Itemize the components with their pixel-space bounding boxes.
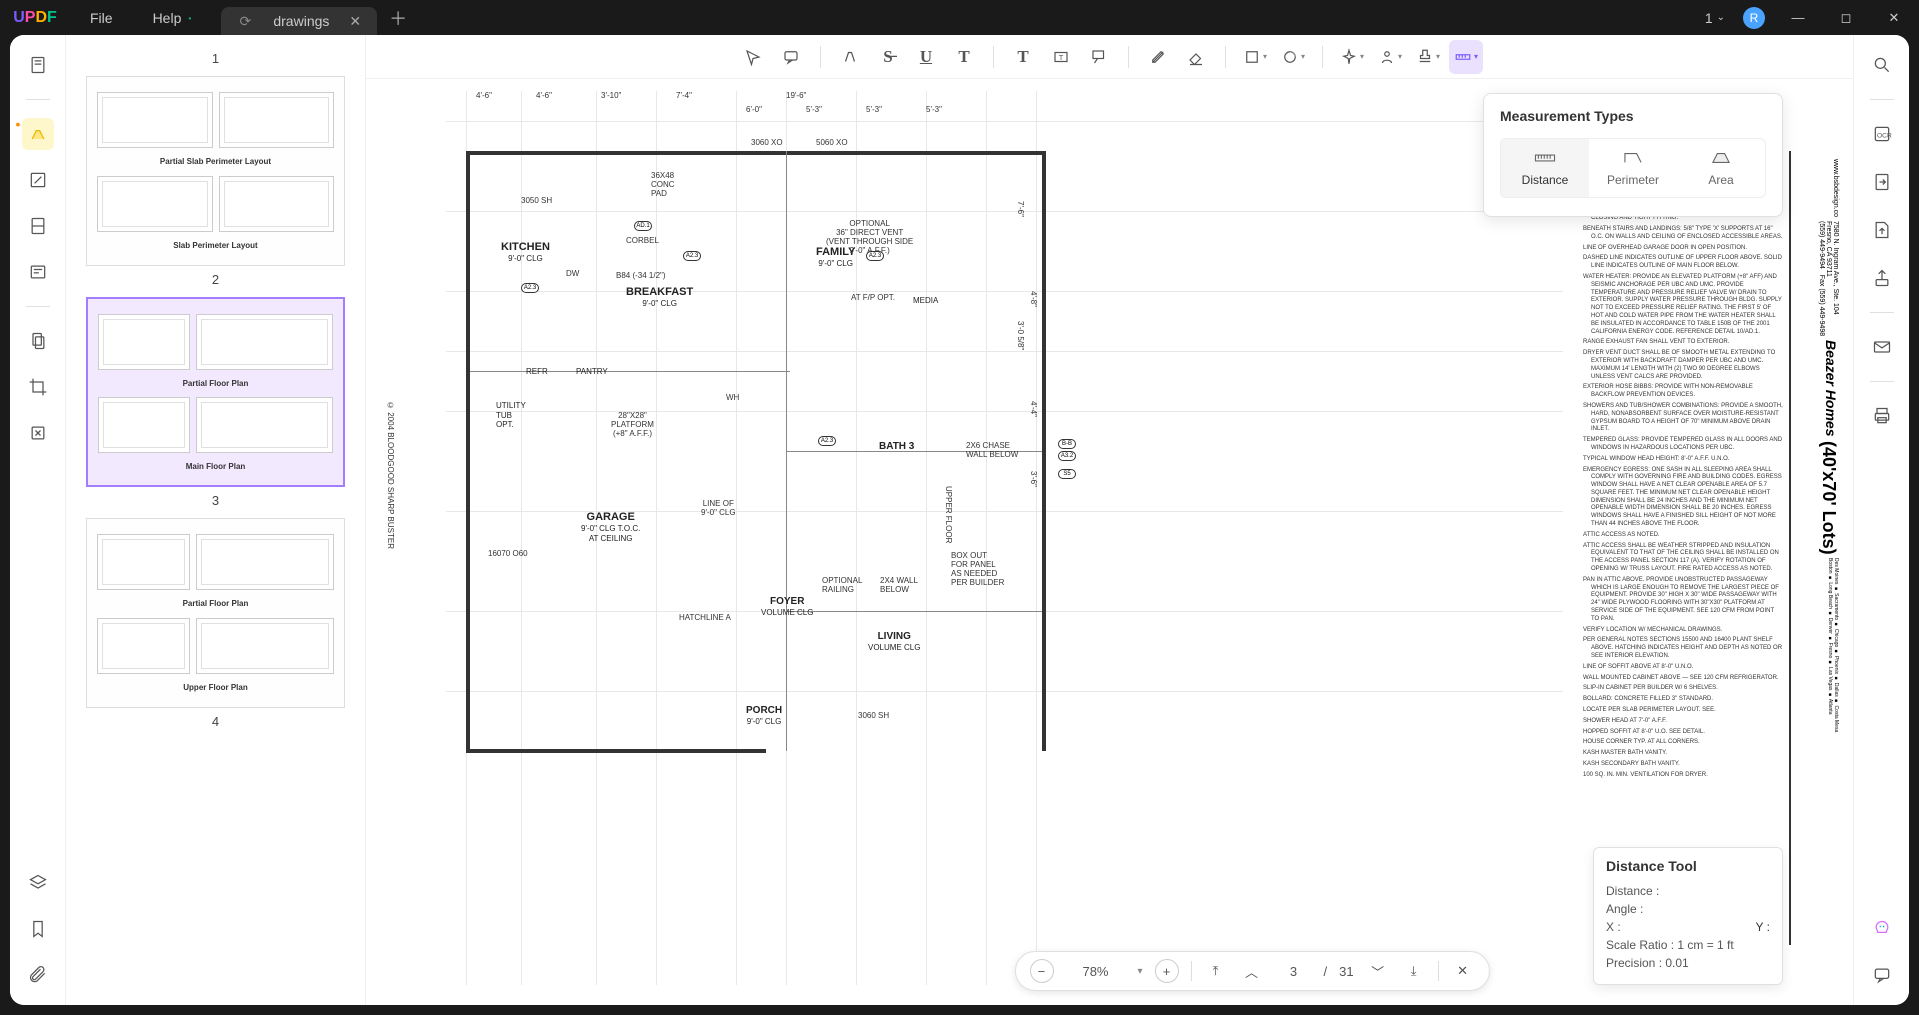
- squiggly-tool-icon[interactable]: T: [947, 40, 981, 74]
- measure-type-distance[interactable]: Distance: [1501, 139, 1589, 197]
- close-controls-button[interactable]: ✕: [1451, 959, 1475, 983]
- eraser-tool-icon[interactable]: [1179, 40, 1213, 74]
- next-page-button[interactable]: ﹀: [1366, 959, 1390, 983]
- thumb-number-4: 4: [86, 714, 345, 729]
- convert-icon[interactable]: [1866, 166, 1898, 198]
- svg-text:OCR: OCR: [1877, 132, 1892, 139]
- stamp2-tool-icon[interactable]: ▾: [1411, 40, 1445, 74]
- bookmark-icon[interactable]: [22, 913, 54, 945]
- thumbnail-page-1[interactable]: Partial Slab Perimeter Layout Slab Perim…: [86, 76, 345, 266]
- tool-edit-text-icon[interactable]: [22, 164, 54, 196]
- workspace: 1 Partial Slab Perimeter Layout Slab Per…: [10, 35, 1909, 1005]
- measurement-types-title: Measurement Types: [1500, 108, 1766, 124]
- highlight-tool-icon[interactable]: [833, 40, 867, 74]
- pencil-tool-icon[interactable]: [1141, 40, 1175, 74]
- strikethrough-tool-icon[interactable]: S̶: [871, 40, 905, 74]
- tool-page-icon[interactable]: [22, 49, 54, 81]
- left-tool-rail: [10, 35, 66, 1005]
- zoom-out-button[interactable]: −: [1029, 959, 1053, 983]
- textbox-tool-icon[interactable]: T: [1044, 40, 1078, 74]
- distance-tool-panel: Distance Tool Distance : Angle : X :Y : …: [1593, 847, 1783, 985]
- page-input[interactable]: 3: [1276, 964, 1312, 979]
- thumb-number-2: 2: [86, 272, 345, 287]
- tab-title: drawings: [273, 13, 329, 29]
- share-icon[interactable]: [1866, 262, 1898, 294]
- tab-add-button[interactable]: ＋: [389, 5, 407, 31]
- tool-copy-pages-icon[interactable]: [22, 325, 54, 357]
- text-tool-icon[interactable]: T: [1006, 40, 1040, 74]
- tab-bar: ⟳ drawings ✕ ＋: [221, 0, 407, 35]
- first-page-button[interactable]: ⤒: [1204, 959, 1228, 983]
- tool-crop-icon[interactable]: [22, 371, 54, 403]
- titlebar: UPDF File Help ⟳ drawings ✕ ＋ 1⌄ R — ◻ ✕: [0, 0, 1919, 35]
- perimeter-icon: [1622, 149, 1644, 167]
- user-avatar[interactable]: R: [1743, 7, 1765, 29]
- page-total: 31: [1339, 964, 1353, 979]
- ruler-icon: [1534, 149, 1556, 167]
- thumb-number-3: 3: [86, 493, 345, 508]
- menu-file[interactable]: File: [70, 10, 133, 26]
- titlebar-right: 1⌄ R — ◻ ✕: [1705, 7, 1919, 29]
- thumbnail-page-2[interactable]: Partial Floor Plan Main Floor Plan: [86, 297, 345, 487]
- measure-type-perimeter[interactable]: Perimeter: [1589, 139, 1677, 197]
- title-block: www.bsbdesign.co 7580 N. Ingram Ave., St…: [1789, 151, 1843, 945]
- tool-pages-icon[interactable]: [22, 210, 54, 242]
- svg-text:T: T: [1059, 53, 1064, 62]
- measure-tool-icon[interactable]: ▾: [1449, 40, 1483, 74]
- measure-type-area[interactable]: Area: [1677, 139, 1765, 197]
- ocr-icon[interactable]: OCR: [1866, 118, 1898, 150]
- annotation-toolbar: S̶ U T T T ▾ ▾ ▾ ▾ ▾ ▾: [366, 35, 1853, 79]
- shape-tool-icon[interactable]: ▾: [1238, 40, 1272, 74]
- tab-close-icon[interactable]: ✕: [349, 13, 361, 30]
- zoom-value[interactable]: 78%: [1065, 964, 1125, 979]
- comment-tool-icon[interactable]: [774, 40, 808, 74]
- app-logo: UPDF: [0, 9, 70, 27]
- thumb-number-1: 1: [86, 51, 345, 66]
- pin-tool-icon[interactable]: ▾: [1335, 40, 1369, 74]
- thumbnail-page-3[interactable]: Partial Floor Plan Upper Floor Plan: [86, 518, 345, 708]
- menu-help[interactable]: Help: [133, 10, 202, 26]
- tool-compress-icon[interactable]: [22, 417, 54, 449]
- attachment-icon[interactable]: [22, 959, 54, 991]
- underline-tool-icon[interactable]: U: [909, 40, 943, 74]
- measurement-types-panel: Measurement Types Distance Perimeter Are…: [1483, 93, 1783, 217]
- callout-tool-icon[interactable]: [1082, 40, 1116, 74]
- thumbnail-panel[interactable]: 1 Partial Slab Perimeter Layout Slab Per…: [66, 35, 366, 1005]
- distance-tool-title: Distance Tool: [1606, 858, 1770, 874]
- zoom-dropdown-icon[interactable]: ▾: [1137, 966, 1142, 977]
- plan-notes: SHALL BE PROTECTED WITH TWO (2) LAYERS 5…: [1583, 181, 1783, 783]
- document-canvas[interactable]: S̶ U T T T ▾ ▾ ▾ ▾ ▾ ▾: [366, 35, 1853, 1005]
- stamp-tool-icon[interactable]: ▾: [1276, 40, 1310, 74]
- window-minimize-button[interactable]: —: [1783, 10, 1813, 25]
- print-icon[interactable]: [1866, 400, 1898, 432]
- page-controls: − 78% ▾ + ⤒ ︿ 3 / 31 ﹀ ⤓ ✕: [1014, 951, 1489, 991]
- email-icon[interactable]: [1866, 331, 1898, 363]
- right-tool-rail: OCR: [1853, 35, 1909, 1005]
- cloud-counter[interactable]: 1⌄: [1705, 10, 1725, 26]
- search-icon[interactable]: [1866, 49, 1898, 81]
- window-maximize-button[interactable]: ◻: [1831, 10, 1861, 26]
- pointer-tool-icon[interactable]: [736, 40, 770, 74]
- tool-form-icon[interactable]: [22, 256, 54, 288]
- area-icon: [1710, 149, 1732, 167]
- tool-highlighter-icon[interactable]: [22, 118, 54, 150]
- prev-page-button[interactable]: ︿: [1240, 959, 1264, 983]
- export-icon[interactable]: [1866, 214, 1898, 246]
- signature-tool-icon[interactable]: ▾: [1373, 40, 1407, 74]
- window-close-button[interactable]: ✕: [1879, 10, 1909, 26]
- chat-icon[interactable]: [1866, 959, 1898, 991]
- last-page-button[interactable]: ⤓: [1402, 959, 1426, 983]
- ai-icon[interactable]: [1866, 913, 1898, 945]
- zoom-in-button[interactable]: +: [1155, 959, 1179, 983]
- layers-icon[interactable]: [22, 867, 54, 899]
- tab-prev-icon: ⟳: [237, 13, 253, 29]
- tab-drawings[interactable]: ⟳ drawings ✕: [221, 7, 377, 35]
